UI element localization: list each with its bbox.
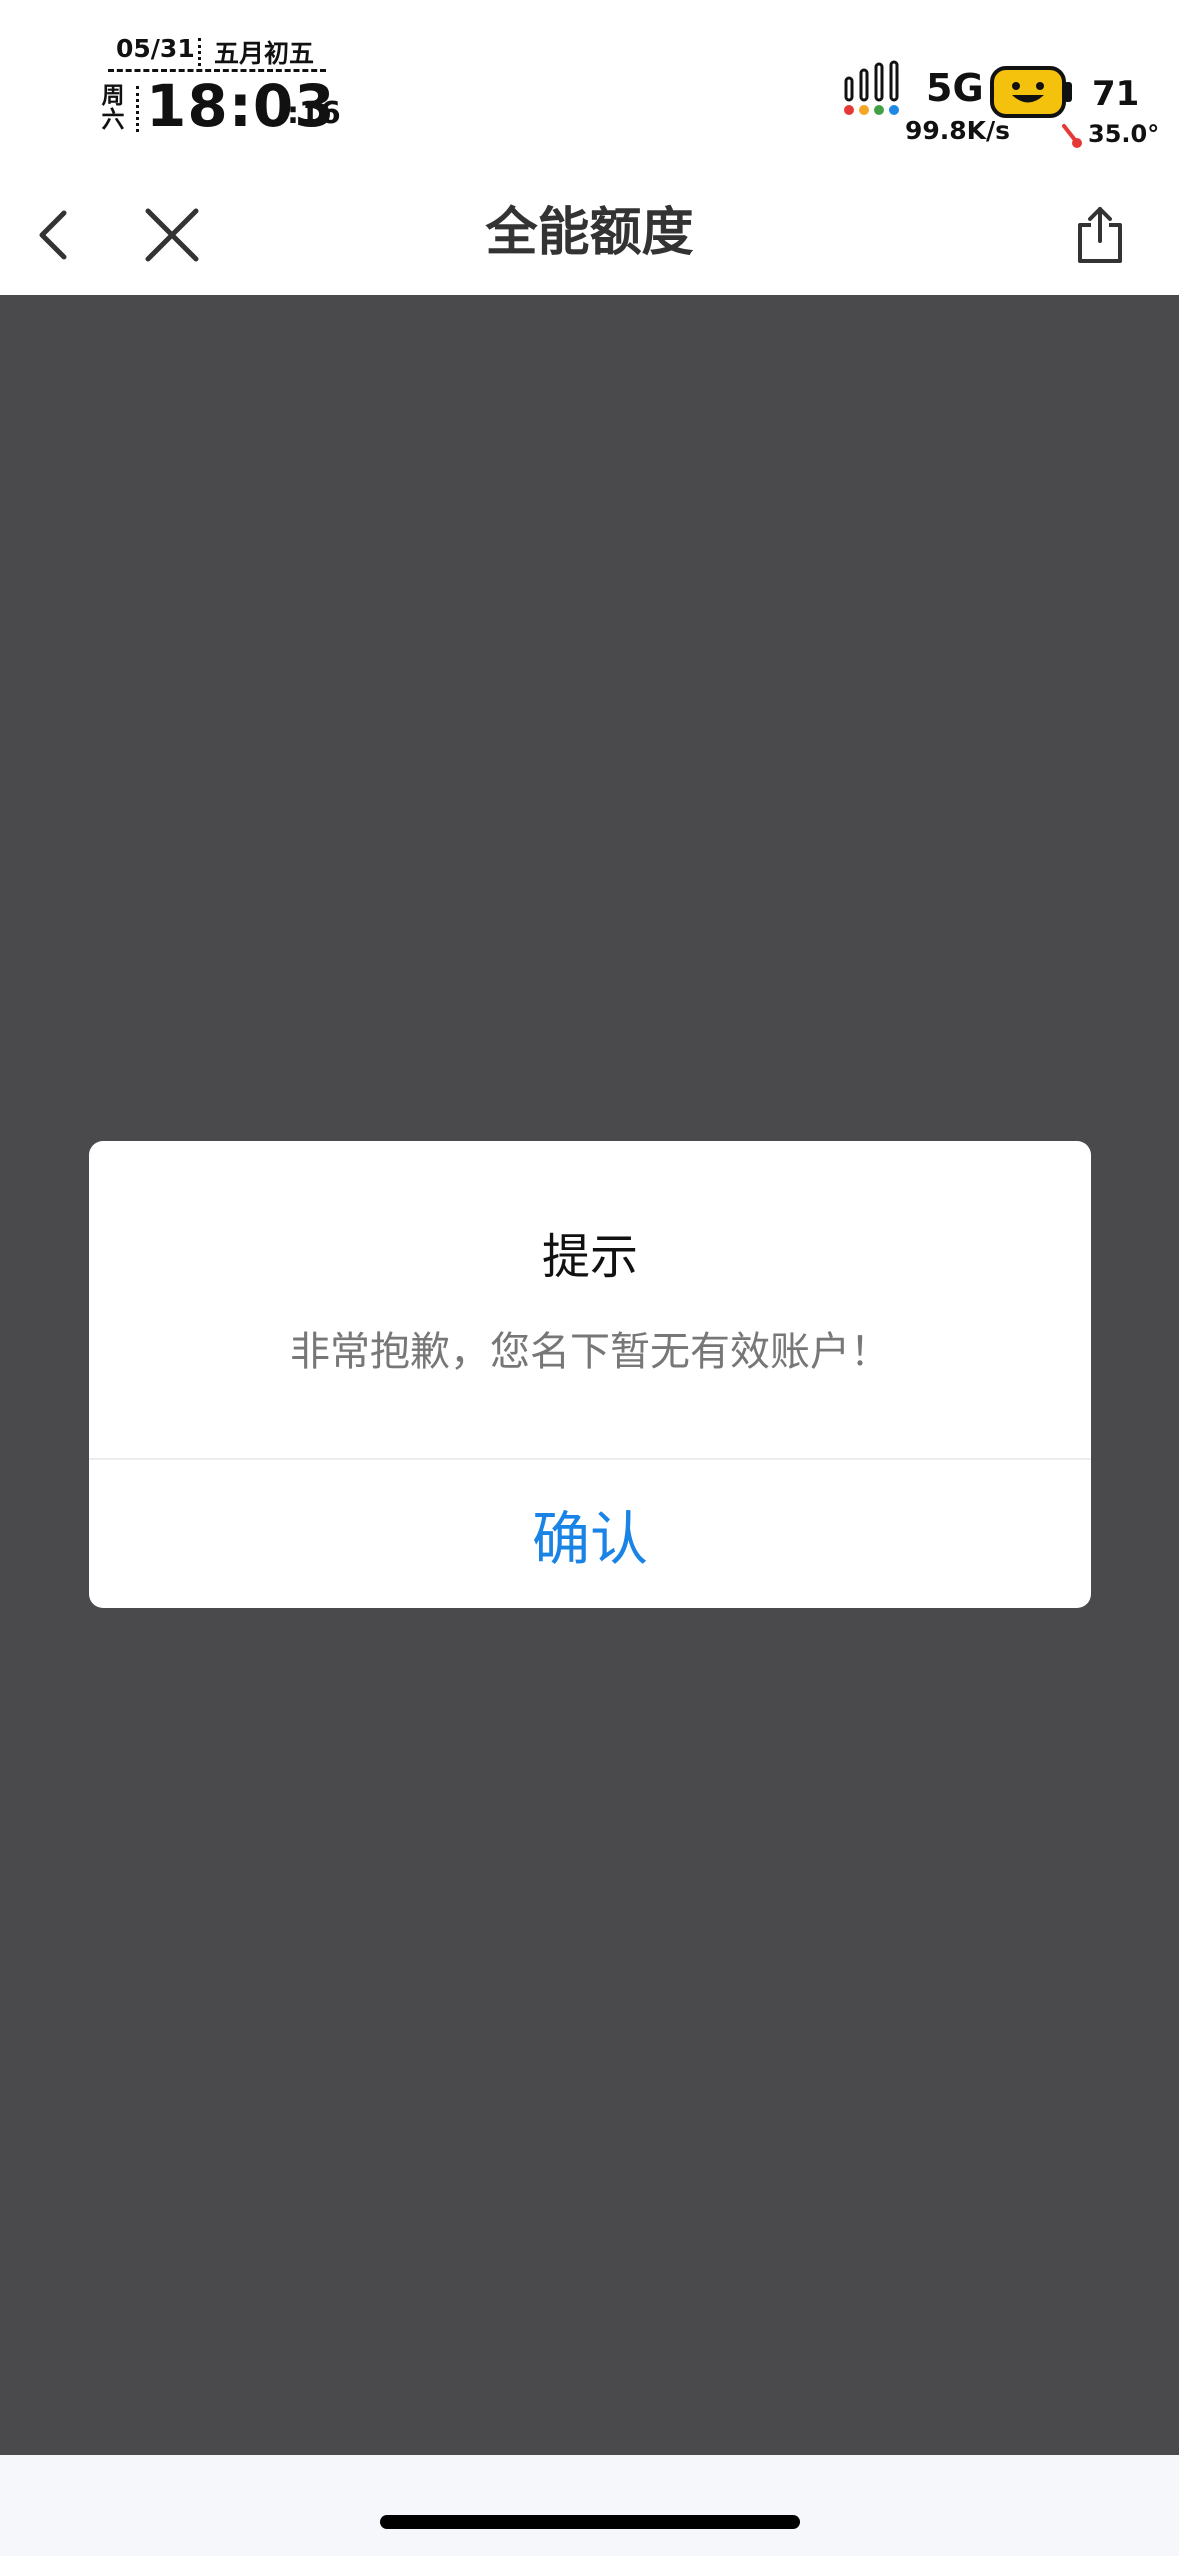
network-type: 5G [926, 66, 984, 110]
time-separator [136, 86, 139, 132]
thermometer-icon [1062, 124, 1082, 148]
date-separator [198, 38, 201, 66]
temperature: 35.0° [1088, 120, 1160, 148]
alert-dialog: 提示 非常抱歉，您名下暂无有效账户！ 确认 [89, 1141, 1091, 1608]
dialog-title: 提示 [541, 1229, 638, 1285]
lunar-date: 五月初五 [214, 39, 315, 68]
bottom-safe-area [0, 2455, 1179, 2556]
share-icon [1078, 207, 1122, 263]
home-indicator[interactable] [380, 2515, 800, 2529]
weekday: 周六 [101, 83, 125, 133]
date-row: 05/31 五月初五 [108, 34, 326, 72]
status-seconds: :16 [287, 96, 341, 131]
confirm-button[interactable]: 确认 [89, 1460, 1091, 1608]
status-date: 05/31 [116, 34, 195, 63]
battery-level: 71 [1092, 74, 1140, 114]
network-speed: 99.8K/s [905, 116, 1011, 145]
signal-bars-icon [844, 60, 899, 115]
status-bar: 05/31 五月初五 周六 18:03 :16 5G 99.8K/s 71 35… [0, 0, 1179, 175]
nav-bar: 全能额度 [0, 175, 1179, 295]
dialog-message: 非常抱歉，您名下暂无有效账户！ [290, 1329, 890, 1375]
share-button[interactable] [1060, 195, 1140, 275]
mascot-battery-icon [990, 66, 1072, 118]
page-title: 全能额度 [485, 203, 694, 263]
